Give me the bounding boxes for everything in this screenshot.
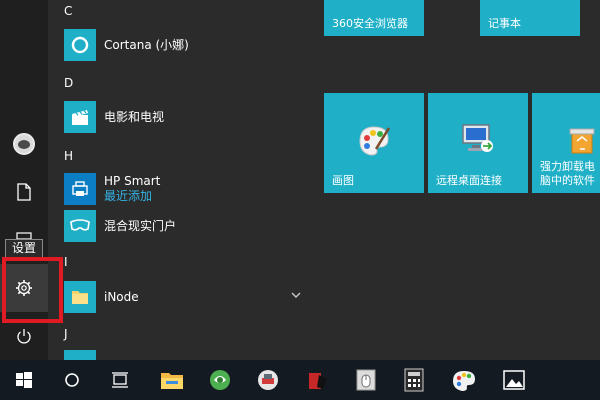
app-label: 混合现实门户 bbox=[104, 218, 177, 233]
folder-icon bbox=[64, 281, 96, 313]
tile-paint[interactable]: 画图 bbox=[324, 93, 424, 193]
app-icon bbox=[64, 350, 96, 360]
cortana-icon bbox=[64, 29, 96, 61]
windows-start-icon bbox=[16, 372, 32, 388]
tile-uninstaller[interactable]: 强力卸载电脑中的软件 bbox=[532, 93, 600, 193]
app-item-movies-tv[interactable]: 电影和电视 bbox=[64, 99, 308, 135]
section-letter-i[interactable]: I bbox=[64, 255, 68, 269]
power-icon bbox=[17, 329, 31, 344]
tile-label: 画图 bbox=[332, 174, 354, 187]
tile-label: 远程桌面连接 bbox=[436, 174, 502, 187]
section-letter-j[interactable]: J bbox=[64, 327, 68, 341]
recently-added-badge: 最近添加 bbox=[104, 189, 153, 203]
app-item-mixed-reality[interactable]: 混合现实门户 bbox=[64, 208, 308, 244]
search-button[interactable] bbox=[48, 360, 96, 400]
tile-label: 强力卸载电脑中的软件 bbox=[540, 160, 595, 187]
app-item-hp-smart[interactable]: HP Smart 最近添加 bbox=[64, 171, 308, 207]
taskbar-app-button[interactable] bbox=[294, 360, 342, 400]
app-item-inode[interactable]: iNode bbox=[64, 279, 308, 315]
tile-notepad[interactable]: 记事本 bbox=[480, 0, 580, 36]
start-button[interactable] bbox=[0, 360, 48, 400]
search-circle-icon bbox=[65, 373, 79, 387]
task-view-button[interactable] bbox=[96, 360, 144, 400]
tile-360-browser[interactable]: 360安全浏览器 bbox=[324, 0, 424, 36]
mixed-reality-icon bbox=[64, 210, 96, 242]
taskbar bbox=[0, 360, 600, 400]
documents-button[interactable] bbox=[0, 168, 48, 216]
browser-icon bbox=[210, 370, 230, 390]
app-item-cortana[interactable]: Cortana (小娜) bbox=[64, 27, 308, 63]
document-icon bbox=[17, 183, 31, 201]
settings-tooltip: 设置 bbox=[5, 239, 44, 258]
settings-highlight-box bbox=[2, 257, 63, 323]
app-label: HP Smart bbox=[104, 174, 161, 188]
app-label: Cortana (小娜) bbox=[104, 37, 189, 52]
hp-smart-icon bbox=[64, 173, 96, 205]
recycle-bin-icon bbox=[569, 128, 595, 154]
app-icon bbox=[309, 373, 327, 389]
task-view-icon bbox=[112, 372, 128, 388]
app-icon bbox=[258, 370, 278, 390]
pictures-button[interactable] bbox=[0, 216, 48, 240]
calculator-button[interactable] bbox=[390, 360, 438, 400]
taskbar-app-button[interactable] bbox=[244, 360, 292, 400]
paint-icon bbox=[453, 371, 475, 391]
taskbar-app-button[interactable] bbox=[342, 360, 390, 400]
calculator-icon bbox=[404, 368, 424, 392]
paint-palette-icon bbox=[359, 126, 391, 156]
section-letter-d[interactable]: D bbox=[64, 76, 73, 90]
paint-button[interactable] bbox=[440, 360, 488, 400]
app-icon bbox=[356, 369, 376, 391]
user-account-button[interactable] bbox=[0, 120, 48, 168]
app-label: iNode bbox=[104, 289, 139, 304]
app-label-block: HP Smart 最近添加 bbox=[104, 174, 160, 204]
photos-button[interactable] bbox=[490, 360, 538, 400]
avatar bbox=[13, 133, 35, 155]
section-letter-c[interactable]: C bbox=[64, 4, 72, 18]
file-explorer-button[interactable] bbox=[148, 360, 196, 400]
tile-remote-desktop[interactable]: 远程桌面连接 bbox=[428, 93, 528, 193]
browser-button[interactable] bbox=[196, 360, 244, 400]
film-icon bbox=[64, 101, 96, 133]
tile-label: 360安全浏览器 bbox=[332, 17, 408, 30]
chevron-down-icon[interactable] bbox=[290, 289, 302, 301]
photos-icon bbox=[503, 370, 525, 390]
remote-desktop-icon bbox=[462, 124, 493, 152]
app-item-partial[interactable] bbox=[64, 350, 308, 360]
tile-label: 记事本 bbox=[488, 17, 521, 30]
app-label: 电影和电视 bbox=[104, 109, 165, 124]
file-explorer-icon bbox=[161, 373, 183, 389]
section-letter-h[interactable]: H bbox=[64, 149, 73, 163]
